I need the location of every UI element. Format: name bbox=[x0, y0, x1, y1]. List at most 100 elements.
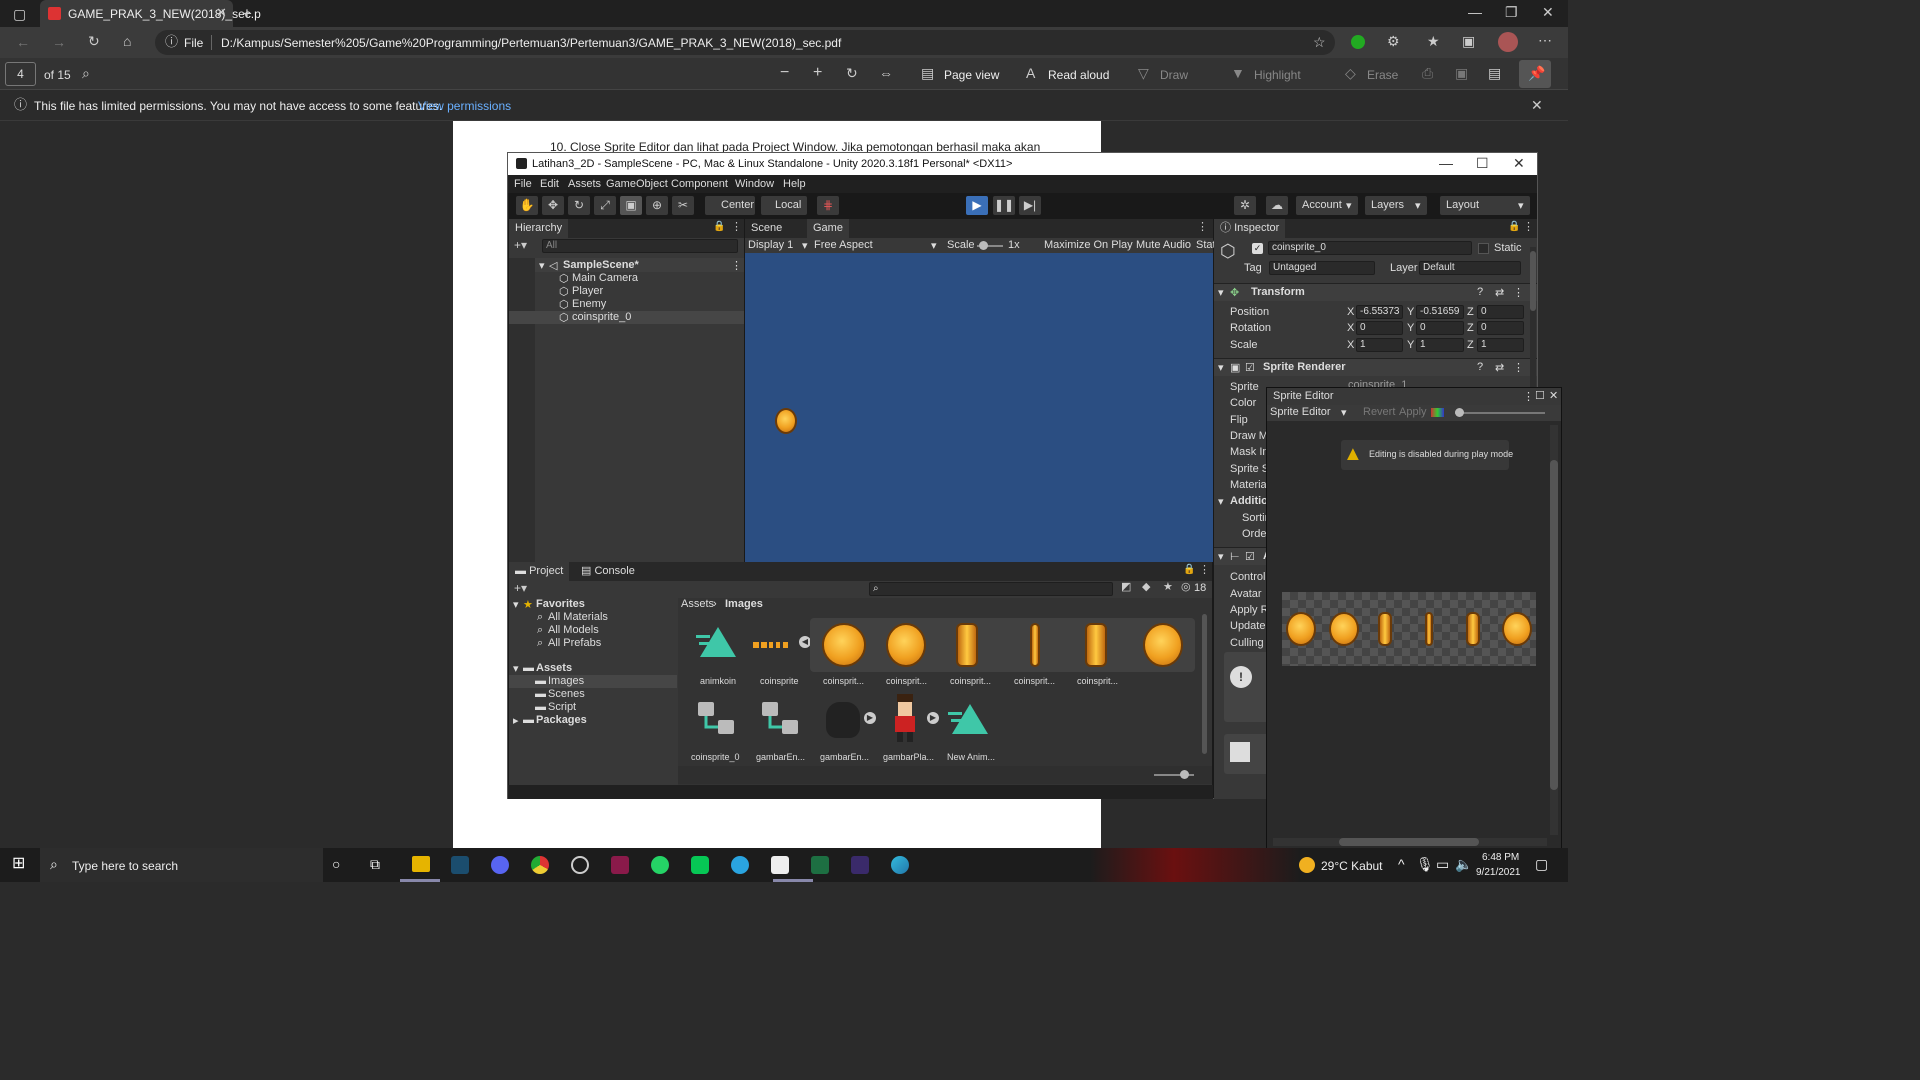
favorite-item[interactable]: All Prefabs bbox=[548, 637, 601, 649]
view-permissions-link[interactable]: View permissions bbox=[418, 99, 511, 113]
rot-y-input[interactable]: 0 bbox=[1416, 321, 1464, 335]
tag-dropdown[interactable]: Untagged bbox=[1269, 261, 1375, 275]
scrollbar-thumb[interactable] bbox=[1530, 251, 1536, 311]
highlight-button[interactable]: Highlight bbox=[1254, 68, 1301, 82]
read-aloud-button[interactable]: Read aloud bbox=[1048, 68, 1109, 82]
favorites-label[interactable]: Favorites bbox=[536, 598, 585, 610]
minimize-icon[interactable]: — bbox=[1468, 5, 1482, 19]
erase-icon[interactable]: ◇ bbox=[1345, 66, 1356, 80]
layer-dropdown[interactable]: Default bbox=[1419, 261, 1521, 275]
project-search-input[interactable]: ⌕ bbox=[869, 582, 1113, 596]
coin-frame-icon[interactable] bbox=[822, 623, 866, 667]
folder-label[interactable]: Scenes bbox=[548, 688, 585, 700]
file-explorer-icon[interactable] bbox=[412, 856, 430, 872]
pause-icon[interactable]: ❚❚ bbox=[993, 196, 1015, 215]
menu-gameobject[interactable]: GameObject bbox=[606, 178, 668, 190]
animation-icon[interactable] bbox=[696, 623, 738, 659]
close-icon[interactable]: ✕ bbox=[1513, 156, 1525, 170]
menu-icon[interactable]: ⋮ bbox=[1513, 286, 1524, 299]
display-dropdown[interactable]: Display 1 bbox=[748, 239, 793, 251]
folder-row-selected[interactable]: ▬ Images bbox=[509, 675, 677, 688]
stats-toggle[interactable]: Stat bbox=[1196, 239, 1216, 251]
rot-x-input[interactable]: 0 bbox=[1356, 321, 1403, 335]
cloud-icon[interactable]: ☁ bbox=[1266, 196, 1288, 215]
save-as-icon[interactable]: ▤ bbox=[1488, 66, 1501, 80]
expand-icon[interactable]: ▾ bbox=[1218, 361, 1224, 374]
player-sprite-icon[interactable] bbox=[892, 694, 918, 742]
task-view-icon[interactable]: ⧉ bbox=[370, 857, 380, 871]
menu-window[interactable]: Window bbox=[735, 178, 774, 190]
info-icon[interactable]: ⓘ bbox=[165, 35, 178, 48]
close-notice-icon[interactable]: ✕ bbox=[1531, 98, 1543, 112]
pos-y-input[interactable]: -0.51659 bbox=[1416, 305, 1464, 319]
extensions-icon[interactable]: ⚙ bbox=[1387, 34, 1400, 48]
close-window-icon[interactable]: ✕ bbox=[1542, 5, 1554, 19]
assets-folder[interactable]: Assets bbox=[536, 662, 572, 674]
folder-label[interactable]: Script bbox=[548, 701, 576, 713]
scale-x-input[interactable]: 1 bbox=[1356, 338, 1403, 352]
name-field[interactable]: coinsprite_0 bbox=[1268, 241, 1472, 255]
enabled-checkbox[interactable]: ☑ bbox=[1245, 550, 1255, 563]
list-item-selected[interactable]: ⬡ coinsprite_0 bbox=[509, 311, 744, 324]
transform-header[interactable]: ▾ ✥ Transform ? ⇄ ⋮ bbox=[1214, 283, 1537, 301]
play-icon[interactable]: ▶ bbox=[966, 196, 988, 215]
hierarchy-search-input[interactable]: All bbox=[542, 239, 738, 253]
unity-hub-icon[interactable] bbox=[571, 856, 589, 874]
read-aloud-icon[interactable]: A bbox=[1026, 66, 1035, 80]
scale-y-input[interactable]: 1 bbox=[1416, 338, 1464, 352]
network-icon[interactable]: ▭ bbox=[1436, 857, 1449, 871]
hand-tool-icon[interactable]: ✋ bbox=[516, 196, 538, 215]
help-icon[interactable]: ? bbox=[1477, 286, 1483, 298]
rotate-icon[interactable]: ↻ bbox=[846, 66, 858, 80]
favorite-item[interactable]: All Materials bbox=[548, 611, 608, 623]
whatsapp-icon[interactable] bbox=[651, 856, 669, 874]
expand-icon[interactable]: ▾ bbox=[513, 598, 519, 611]
coin-frame-icon[interactable] bbox=[1030, 623, 1040, 667]
tab-scene[interactable]: Scene bbox=[745, 219, 789, 238]
back-icon[interactable]: ← bbox=[16, 35, 30, 49]
highlight-icon[interactable]: ▼ bbox=[1231, 66, 1245, 80]
transform-tool-icon[interactable]: ⊕ bbox=[646, 196, 668, 215]
mute-audio-toggle[interactable]: Mute Audio bbox=[1136, 239, 1191, 251]
zoom-slider[interactable] bbox=[1455, 412, 1545, 414]
maximize-icon[interactable]: ❐ bbox=[1505, 5, 1518, 19]
lock-icon[interactable]: 🔒 bbox=[713, 222, 725, 232]
menu-icon[interactable]: ⋮ bbox=[1197, 222, 1208, 233]
scale-z-input[interactable]: 1 bbox=[1477, 338, 1524, 352]
close-tab-icon[interactable]: ✕ bbox=[216, 6, 227, 19]
erase-button[interactable]: Erase bbox=[1367, 68, 1398, 82]
list-item[interactable]: ⬡ Player bbox=[535, 285, 744, 298]
line-icon[interactable] bbox=[691, 856, 709, 874]
expand-icon[interactable]: ▶ bbox=[864, 712, 876, 724]
scale-tool-icon[interactable]: ⤢ bbox=[594, 196, 616, 215]
vertical-scrollbar[interactable] bbox=[1550, 425, 1558, 835]
tab-game[interactable]: Game bbox=[807, 219, 849, 238]
lock-icon[interactable]: 🔒 bbox=[1183, 565, 1195, 575]
menu-icon[interactable]: ⋮ bbox=[1523, 222, 1534, 233]
scrollbar-thumb[interactable] bbox=[1339, 838, 1479, 846]
browser-tab[interactable]: GAME_PRAK_3_NEW(2018)_sec.p ✕ bbox=[40, 0, 261, 27]
packages-folder[interactable]: Packages bbox=[536, 714, 587, 726]
collab-icon[interactable]: ✲ bbox=[1234, 196, 1256, 215]
menu-file[interactable]: File bbox=[514, 178, 532, 190]
slider-thumb[interactable] bbox=[1180, 770, 1189, 779]
favorite-item[interactable]: All Models bbox=[548, 624, 599, 636]
page-number-input[interactable]: 4 bbox=[5, 62, 36, 86]
sprite-editor-mode-dropdown[interactable]: Sprite Editor bbox=[1270, 406, 1331, 418]
clock-time[interactable]: 6:48 PM bbox=[1482, 852, 1519, 863]
revert-button[interactable]: Revert bbox=[1363, 406, 1395, 418]
sprite-sheet-icon[interactable] bbox=[753, 638, 801, 648]
page-view-icon[interactable]: ▤ bbox=[921, 66, 934, 80]
pivot-local-toggle[interactable]: Local bbox=[761, 196, 807, 215]
volume-icon[interactable]: 🔈 bbox=[1455, 857, 1472, 871]
menu-assets[interactable]: Assets bbox=[568, 178, 601, 190]
page-view-button[interactable]: Page view bbox=[944, 68, 999, 82]
more-icon[interactable]: ⋯ bbox=[1538, 33, 1552, 47]
telegram-icon[interactable] bbox=[731, 856, 749, 874]
account-dropdown[interactable]: Account ▾ bbox=[1296, 196, 1358, 215]
expand-icon[interactable]: ▸ bbox=[513, 714, 519, 727]
profile-avatar[interactable] bbox=[1498, 32, 1518, 52]
tab-actions-icon[interactable]: ▢ bbox=[13, 7, 26, 21]
apply-button[interactable]: Apply bbox=[1399, 406, 1427, 418]
pos-z-input[interactable]: 0 bbox=[1477, 305, 1524, 319]
